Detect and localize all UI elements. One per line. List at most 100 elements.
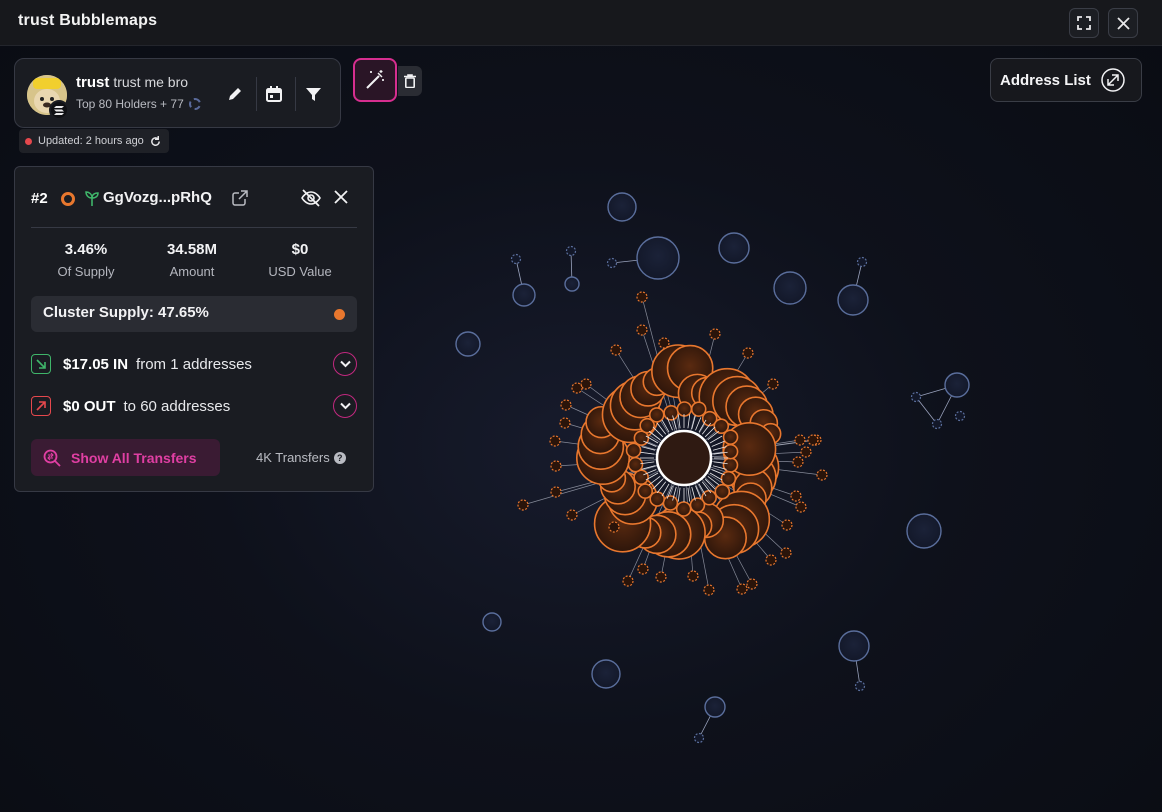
- small-holder-bubble[interactable]: [637, 563, 649, 575]
- holder-bubble[interactable]: [838, 630, 870, 662]
- holder-bubble[interactable]: [482, 612, 502, 632]
- cluster-supply[interactable]: Cluster Supply: 47.65%: [31, 296, 357, 332]
- delete-button[interactable]: [398, 66, 422, 96]
- edit-button[interactable]: [222, 81, 248, 107]
- transfer-link: [677, 487, 681, 502]
- holder-bubble[interactable]: [773, 271, 807, 305]
- fullscreen-icon: [1077, 16, 1091, 30]
- address-list-button[interactable]: Address List: [990, 58, 1142, 102]
- trash-icon: [404, 74, 416, 88]
- holder-bubble[interactable]: [944, 372, 970, 398]
- cluster-holder-bubble[interactable]: [663, 405, 679, 421]
- pencil-icon: [229, 88, 241, 100]
- small-holder-bubble[interactable]: [622, 575, 634, 587]
- transfers-in-row[interactable]: $17.05 IN from 1 addresses: [31, 350, 357, 378]
- small-holder-bubble[interactable]: [790, 490, 802, 502]
- show-all-transfers-button[interactable]: Show All Transfers: [31, 439, 220, 476]
- eye-off-icon[interactable]: [301, 189, 321, 207]
- selected-holder-bubble[interactable]: [655, 429, 713, 487]
- magic-wand-button[interactable]: [353, 58, 397, 102]
- small-holder-bubble[interactable]: [610, 344, 622, 356]
- small-holder-bubble[interactable]: [550, 460, 562, 472]
- small-holder-bubble[interactable]: [781, 519, 793, 531]
- small-holder-bubble[interactable]: [742, 347, 754, 359]
- holder-bubble[interactable]: [512, 283, 536, 307]
- cluster-holder-bubble[interactable]: [676, 401, 693, 417]
- holder-bubble[interactable]: [906, 513, 942, 549]
- small-holder-bubble[interactable]: [780, 547, 792, 559]
- small-holder-bubble[interactable]: [687, 570, 699, 582]
- holder-bubble[interactable]: [636, 236, 680, 280]
- small-holder-bubble[interactable]: [517, 499, 529, 511]
- cluster-holder-bubble[interactable]: [689, 497, 706, 513]
- small-holder-bubble[interactable]: [580, 378, 592, 390]
- small-holder-bubble[interactable]: [636, 324, 648, 336]
- filter-icon: [305, 87, 321, 101]
- small-holder-bubble[interactable]: [559, 417, 571, 429]
- holder-bubble[interactable]: [607, 192, 637, 222]
- cluster-holder-bubble[interactable]: [714, 483, 731, 500]
- refresh-icon[interactable]: [150, 135, 161, 147]
- small-holder-bubble[interactable]: [854, 680, 866, 692]
- small-holder-bubble[interactable]: [800, 446, 812, 458]
- small-holder-bubble[interactable]: [565, 245, 577, 257]
- fullscreen-button[interactable]: [1069, 8, 1099, 38]
- small-holder-bubble[interactable]: [792, 456, 804, 468]
- small-holder-bubble[interactable]: [703, 584, 715, 596]
- close-window-button[interactable]: [1108, 8, 1138, 38]
- small-holder-bubble[interactable]: [608, 521, 620, 533]
- holder-bubble[interactable]: [564, 276, 580, 292]
- cluster-holder-bubble[interactable]: [675, 501, 692, 517]
- holder-bubble[interactable]: [704, 696, 726, 718]
- small-holder-bubble[interactable]: [736, 583, 748, 595]
- cluster-holder-bubble[interactable]: [625, 442, 642, 459]
- small-holder-bubble[interactable]: [636, 291, 648, 303]
- cluster-color-dot: [334, 309, 345, 320]
- calendar-button[interactable]: [261, 81, 287, 107]
- expand-in-button[interactable]: [333, 352, 357, 376]
- small-holder-bubble[interactable]: [550, 486, 562, 498]
- small-holder-bubble[interactable]: [767, 378, 779, 390]
- small-holder-bubble[interactable]: [510, 253, 522, 265]
- cluster-holder-bubble[interactable]: [722, 429, 739, 445]
- small-holder-bubble[interactable]: [693, 732, 705, 744]
- small-holder-bubble[interactable]: [560, 399, 572, 411]
- cluster-holder-bubble[interactable]: [637, 483, 654, 499]
- small-holder-bubble[interactable]: [794, 434, 806, 446]
- small-holder-bubble[interactable]: [931, 418, 943, 430]
- small-holder-bubble[interactable]: [816, 469, 828, 481]
- small-holder-bubble[interactable]: [566, 509, 578, 521]
- cluster-holder-bubble[interactable]: [722, 457, 739, 473]
- small-holder-bubble[interactable]: [856, 256, 868, 268]
- small-holder-bubble[interactable]: [655, 571, 667, 583]
- small-holder-bubble[interactable]: [807, 434, 819, 446]
- external-link-icon[interactable]: [232, 190, 248, 206]
- holder-bubble[interactable]: [591, 659, 621, 689]
- small-holder-bubble[interactable]: [954, 410, 966, 422]
- small-holder-bubble[interactable]: [765, 554, 777, 566]
- help-icon[interactable]: ?: [333, 451, 346, 464]
- small-holder-bubble[interactable]: [658, 337, 670, 349]
- holder-bubble[interactable]: [455, 331, 481, 357]
- expand-out-button[interactable]: [333, 394, 357, 418]
- cluster-holder-bubble[interactable]: [662, 495, 679, 511]
- holder-bubble[interactable]: [837, 284, 869, 316]
- filter-button[interactable]: [300, 81, 326, 107]
- updated-status[interactable]: Updated: 2 hours ago: [19, 129, 169, 153]
- arrow-in-icon: [31, 354, 51, 374]
- close-icon[interactable]: [334, 190, 348, 204]
- transfers-out-row[interactable]: $0 OUT to 60 addresses: [31, 392, 357, 420]
- small-holder-bubble[interactable]: [549, 435, 561, 447]
- small-holder-bubble[interactable]: [571, 382, 583, 394]
- cluster-holder-bubble[interactable]: [627, 456, 644, 473]
- cluster-holder-bubble[interactable]: [720, 470, 737, 487]
- small-holder-bubble[interactable]: [746, 578, 758, 590]
- small-holder-bubble[interactable]: [709, 328, 721, 340]
- small-holder-bubble[interactable]: [795, 501, 807, 513]
- holder-bubble[interactable]: [718, 232, 750, 264]
- cluster-holder-bubble[interactable]: [648, 407, 665, 423]
- small-holder-bubble[interactable]: [910, 391, 922, 403]
- small-holder-bubble[interactable]: [606, 257, 618, 269]
- holder-address[interactable]: GgVozg...pRhQ: [103, 189, 212, 206]
- usd-value: $0: [291, 241, 309, 258]
